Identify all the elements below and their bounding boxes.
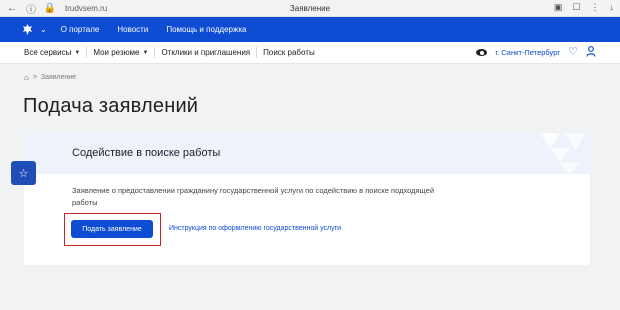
caret-down-icon: ▼ <box>74 49 81 56</box>
star-icon: ☆ <box>18 167 29 180</box>
city-selector[interactable]: г. Санкт-Петербург <box>495 48 560 57</box>
page-title: Подача заявлений <box>23 95 199 117</box>
back-icon[interactable]: ← <box>5 1 19 15</box>
subnav-all-services[interactable]: Все сервисы ▼ <box>24 48 80 57</box>
extensions-icon[interactable]: ▣ <box>554 2 563 13</box>
subnav-responses[interactable]: Отклики и приглашения <box>161 48 250 57</box>
services-navigation: Все сервисы ▼ Мои резюме ▼ Отклики и пригл… <box>0 42 620 64</box>
breadcrumb-current: Заявление <box>40 74 77 81</box>
bookmark-icon[interactable]: ☐ <box>572 2 580 13</box>
subnav-job-search[interactable]: Поиск работы <box>263 48 315 57</box>
topnav-link-help[interactable]: Помощь и поддержка <box>166 25 246 34</box>
service-card: Содействие в поиске работы Заявление о п… <box>24 133 590 265</box>
home-icon[interactable]: ⌂ <box>24 73 29 82</box>
topnav-link-news[interactable]: Новости <box>117 25 148 34</box>
profile-icon[interactable] <box>586 45 596 60</box>
chevron-down-icon[interactable]: ⌄ <box>40 25 47 34</box>
emblem-icon[interactable] <box>20 23 34 37</box>
top-navigation: ⌄ О портале Новости Помощь и поддержка <box>0 17 620 42</box>
service-card-title: Содействие в поиске работы <box>72 147 221 159</box>
submit-application-button[interactable]: Подать заявление <box>71 220 153 238</box>
divider <box>256 47 258 58</box>
lock-icon: 🔒 <box>43 2 57 14</box>
divider <box>86 47 88 58</box>
browser-toolbar: ← ⓘ 🔒 trudvsem.ru Заявление ▣ ☐ ⋮ ↓ <box>0 0 620 17</box>
caret-down-icon: ▼ <box>142 49 149 56</box>
menu-icon[interactable]: ⋮ <box>591 2 600 13</box>
address-bar[interactable]: trudvsem.ru <box>65 4 107 13</box>
divider <box>154 47 156 58</box>
favorites-heart-icon[interactable]: ♡ <box>568 47 578 58</box>
download-icon[interactable]: ↓ <box>610 2 615 13</box>
decorative-triangles <box>540 133 586 174</box>
service-card-header: Содействие в поиске работы <box>24 133 590 174</box>
service-description: Заявление о предоставлении гражданину го… <box>72 186 435 207</box>
topnav-link-about[interactable]: О портале <box>61 25 100 34</box>
subnav-my-resumes[interactable]: Мои резюме ▼ <box>93 48 148 57</box>
favorite-star-button[interactable]: ☆ <box>11 161 36 185</box>
breadcrumb-separator: > <box>32 74 37 81</box>
instruction-link[interactable]: Инструкция по оформлению государственной… <box>169 225 341 232</box>
info-icon[interactable]: ⓘ <box>24 1 38 16</box>
accessibility-eye-icon[interactable] <box>476 49 488 56</box>
breadcrumb: ⌂ > Заявление <box>24 73 76 82</box>
